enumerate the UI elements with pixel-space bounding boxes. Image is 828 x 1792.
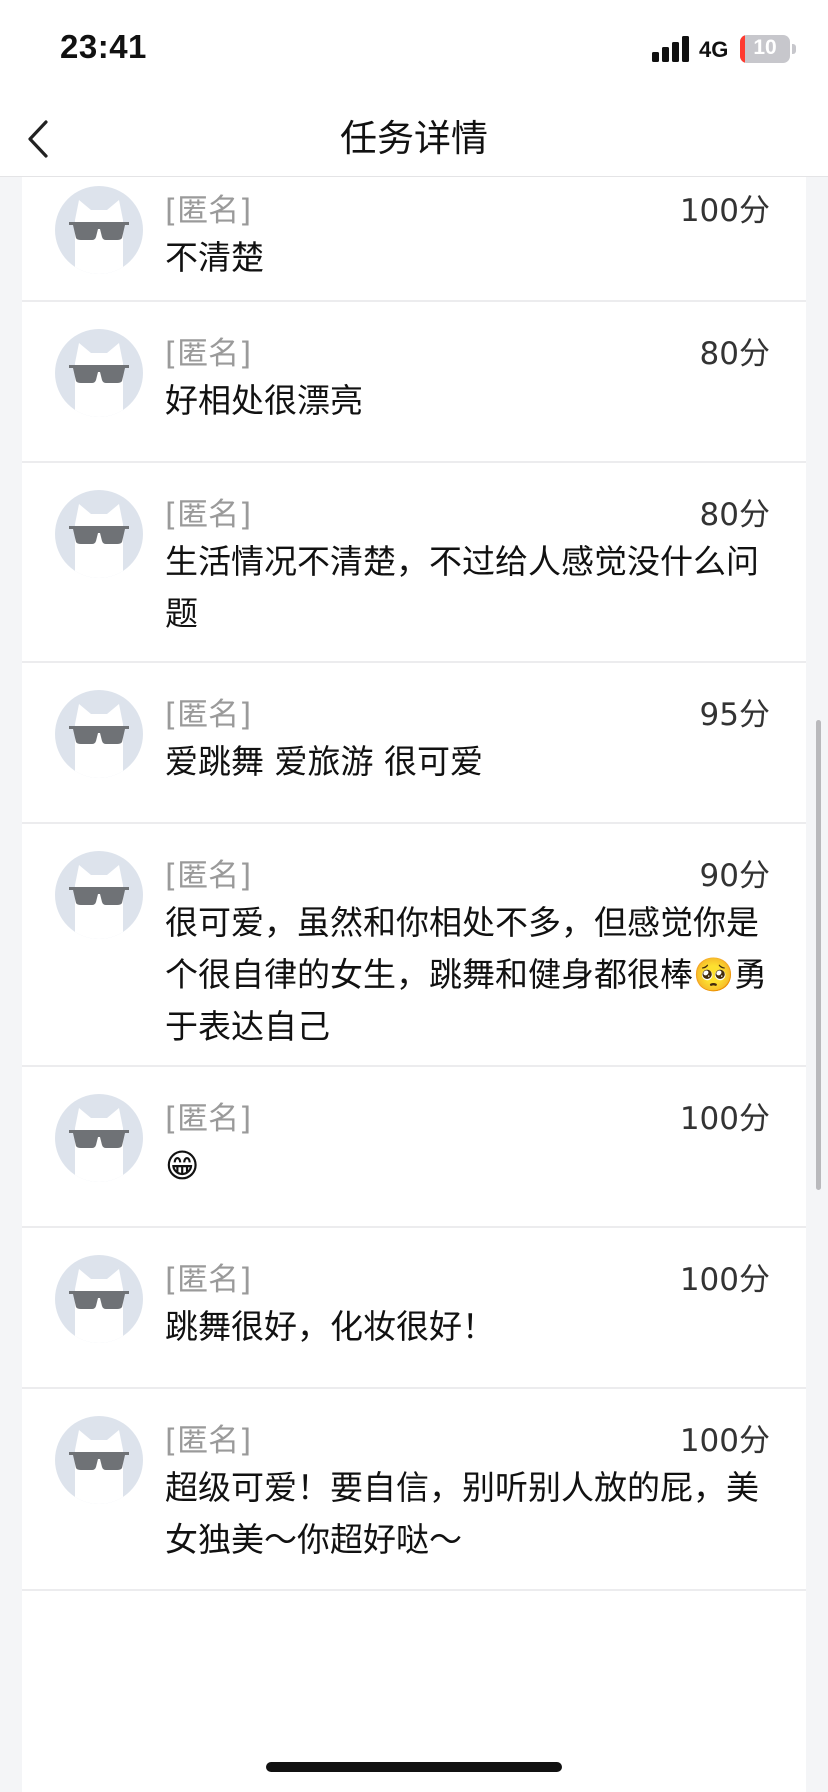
comment-text: 跳舞很好，化妆很好！ — [165, 1307, 495, 1346]
comment-item: [匿名] 100分 跳舞很好，化妆很好！ — [22, 1228, 806, 1389]
sunglasses-cat-avatar-icon[interactable] — [55, 490, 143, 578]
commenter-name: [匿名] — [165, 1262, 252, 1298]
comment-text: 很可爱，虽然和你相处不多，但感觉你是个很自律的女生，跳舞和健身都很棒🥺勇于表达自… — [165, 903, 768, 1046]
scrollbar[interactable] — [816, 720, 821, 1190]
signal-strength-icon — [652, 36, 692, 62]
comment-text: 生活情况不清楚，不过给人感觉没什么问题 — [165, 542, 759, 633]
comment-score: 90分 — [699, 858, 770, 894]
page-title: 任务详情 — [340, 117, 488, 160]
commenter-name: [匿名] — [165, 497, 252, 533]
comment-item: [匿名] 100分 😁 — [22, 1067, 806, 1228]
commenter-name: [匿名] — [165, 1423, 252, 1459]
status-bar: 23:41 4G 10 — [0, 0, 828, 100]
comment-list[interactable]: [匿名] 100分 不清楚 [匿名] 80分 好相处很漂亮 [匿名] 80分 生… — [22, 177, 806, 1792]
comment-item: [匿名] 90分 很可爱，虽然和你相处不多，但感觉你是个很自律的女生，跳舞和健身… — [22, 824, 806, 1067]
comment-text: 好相处很漂亮 — [165, 381, 363, 420]
comment-item: [匿名] 95分 爱跳舞 爱旅游 很可爱 — [22, 663, 806, 824]
comment-score: 95分 — [699, 697, 770, 733]
network-type: 4G — [699, 37, 729, 62]
comment-item: [匿名] 100分 超级可爱！要自信，别听别人放的屁，美女独美～你超好哒～ — [22, 1389, 806, 1591]
comment-score: 100分 — [679, 1262, 770, 1298]
sunglasses-cat-avatar-icon[interactable] — [55, 1416, 143, 1504]
comment-score: 100分 — [679, 1423, 770, 1459]
battery-level: 10 — [753, 36, 777, 59]
commenter-name: [匿名] — [165, 697, 252, 733]
sunglasses-cat-avatar-icon[interactable] — [55, 329, 143, 417]
comment-text: 爱跳舞 爱旅游 很可爱 — [165, 742, 483, 781]
sunglasses-cat-avatar-icon[interactable] — [55, 851, 143, 939]
sunglasses-cat-avatar-icon[interactable] — [55, 690, 143, 778]
battery-cap — [792, 44, 796, 54]
comment-text: 超级可爱！要自信，别听别人放的屁，美女独美～你超好哒～ — [165, 1468, 759, 1559]
sunglasses-cat-avatar-icon[interactable] — [55, 1255, 143, 1343]
comment-score: 100分 — [679, 1101, 770, 1137]
commenter-name: [匿名] — [165, 1101, 252, 1137]
sunglasses-cat-avatar-icon[interactable] — [55, 186, 143, 274]
battery-icon: 10 — [740, 35, 790, 63]
commenter-name: [匿名] — [165, 193, 252, 229]
status-time: 23:41 — [60, 28, 147, 65]
sunglasses-cat-avatar-icon[interactable] — [55, 1094, 143, 1182]
comment-item: [匿名] 100分 不清楚 — [22, 177, 806, 302]
commenter-name: [匿名] — [165, 336, 252, 372]
comment-score: 80分 — [699, 497, 770, 533]
comment-item: [匿名] 80分 生活情况不清楚，不过给人感觉没什么问题 — [22, 463, 806, 663]
home-indicator[interactable] — [266, 1762, 562, 1772]
comment-text: 😁 — [165, 1146, 200, 1185]
navigation-bar: 任务详情 — [0, 100, 828, 177]
comment-score: 80分 — [699, 336, 770, 372]
comment-text: 不清楚 — [165, 238, 264, 277]
commenter-name: [匿名] — [165, 858, 252, 894]
comment-score: 100分 — [679, 193, 770, 229]
comment-item: [匿名] 80分 好相处很漂亮 — [22, 302, 806, 463]
